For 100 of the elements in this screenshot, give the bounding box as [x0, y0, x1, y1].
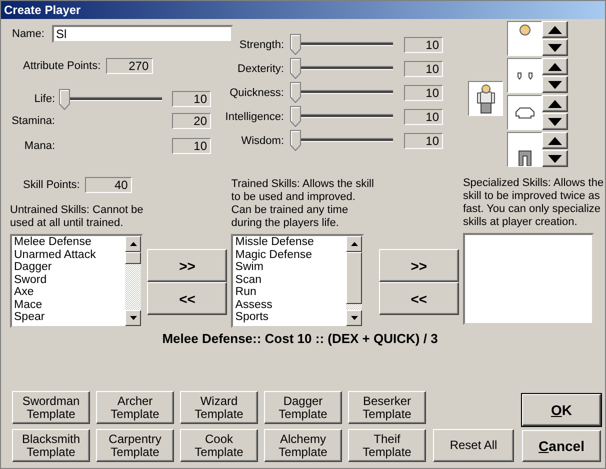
list-item[interactable]: Sports [235, 311, 346, 324]
window-title: Create Player [1, 1, 605, 19]
field-label: Skill Points: [23, 179, 80, 191]
up-arrow-icon [548, 136, 562, 144]
list-item[interactable]: Swim [235, 261, 346, 274]
list-item[interactable]: Spear [14, 311, 125, 324]
down-arrow-icon [350, 316, 358, 320]
slider-thumb[interactable] [290, 34, 301, 55]
up-button[interactable] [542, 21, 568, 38]
value-display: 270 [106, 58, 153, 74]
template-button[interactable]: Theif Template [348, 429, 426, 462]
name-field[interactable]: Sl [52, 25, 233, 43]
ok-button[interactable]: OK [522, 394, 601, 426]
list-item[interactable]: Assess [235, 298, 346, 311]
down-arrow-icon [548, 80, 562, 88]
template-button[interactable]: Beserker Template [348, 391, 426, 424]
down-button[interactable] [542, 39, 568, 56]
slider-thumb[interactable] [290, 58, 301, 79]
template-button[interactable]: Swordman Template [12, 391, 90, 424]
scroll-down-button[interactable] [125, 310, 141, 326]
up-arrow-icon [350, 242, 358, 246]
list-item[interactable]: Scan [235, 274, 346, 286]
head-icon [518, 24, 530, 36]
list-description: Untrained Skills: Cannot be used at all until trained. [10, 204, 144, 230]
list-item[interactable]: Magic Defense [235, 248, 346, 261]
slider-track[interactable] [290, 130, 393, 151]
scrollbar[interactable] [125, 236, 141, 326]
up-arrow-icon [130, 242, 136, 246]
reset-button[interactable]: Reset All [433, 429, 514, 462]
down-arrow-icon [548, 44, 562, 52]
scrollbar[interactable] [346, 236, 362, 326]
slider-track[interactable] [290, 82, 393, 103]
list-item[interactable]: Melee Defense [14, 236, 125, 248]
move-button[interactable]: << [147, 282, 228, 315]
up-button[interactable] [542, 58, 568, 75]
list-item[interactable]: Mace [14, 298, 125, 311]
list-item[interactable]: Axe [14, 286, 125, 298]
shirt-icon [514, 106, 534, 118]
pants-icon [518, 150, 532, 166]
slider-thumb[interactable] [290, 106, 301, 127]
scrollbar-thumb[interactable] [346, 252, 362, 304]
field-label: Life: [33, 93, 55, 105]
up-arrow-icon [548, 26, 562, 34]
move-button[interactable]: >> [147, 249, 228, 282]
field-label: Stamina: [10, 115, 55, 127]
up-arrow-icon [548, 62, 562, 70]
list-description: Trained Skills: Allows the skill to be used and improved. Can be trained any time during the players life. [231, 178, 374, 230]
value-display: 20 [172, 113, 211, 129]
down-button[interactable] [542, 76, 568, 93]
template-button[interactable]: Archer Template [96, 391, 174, 424]
character-icon [476, 84, 494, 114]
slider-thumb[interactable] [290, 130, 301, 151]
down-button[interactable] [542, 150, 568, 167]
value-display: 10 [404, 60, 443, 76]
value-display: 10 [172, 138, 211, 154]
field-label: Wisdom: [240, 134, 284, 146]
value-display: 10 [404, 132, 443, 148]
up-button[interactable] [542, 132, 568, 149]
value-display: 10 [404, 84, 443, 100]
hands-icon [516, 72, 532, 80]
slider-thumb[interactable] [59, 88, 70, 110]
template-button[interactable]: Blacksmith Template [12, 429, 90, 462]
field-label: Strength: [238, 38, 284, 50]
value-display: 10 [404, 36, 443, 52]
slider-track[interactable] [290, 58, 393, 79]
up-button[interactable] [542, 95, 568, 112]
down-arrow-icon [548, 154, 562, 162]
list-item[interactable]: Sword [14, 274, 125, 286]
field-label: Mana: [23, 140, 55, 152]
slider-track[interactable] [59, 88, 162, 110]
move-button[interactable]: >> [378, 249, 459, 282]
list-item[interactable]: Unarmed Attack [14, 248, 125, 261]
field-label: Name: [12, 28, 46, 40]
template-button[interactable]: Carpentry Template [96, 429, 174, 462]
down-button[interactable] [542, 113, 568, 130]
template-button[interactable]: Cook Template [180, 429, 258, 462]
template-button[interactable]: Wizard Template [180, 391, 258, 424]
template-button[interactable]: Dagger Template [264, 391, 342, 424]
up-arrow-icon [548, 100, 562, 108]
scroll-down-button[interactable] [346, 310, 362, 326]
down-arrow-icon [548, 118, 562, 126]
list-item[interactable]: Dagger [14, 261, 125, 274]
list-description: Specialized Skills: Allows the skill to be improved twice as fast. You can only specialize skills at player creation. [462, 177, 605, 229]
slider-track[interactable] [290, 106, 393, 127]
scrollbar-thumb[interactable] [125, 252, 141, 264]
slider-thumb[interactable] [290, 82, 301, 103]
value-display: 10 [404, 108, 443, 124]
scroll-up-button[interactable] [346, 236, 362, 252]
field-label: Attribute Points: [23, 60, 101, 72]
template-button[interactable]: Alchemy Template [264, 429, 342, 462]
move-button[interactable]: << [378, 282, 459, 315]
field-label: Dexterity: [236, 62, 284, 74]
list-item[interactable]: Missle Defense [235, 236, 346, 248]
scroll-up-button[interactable] [125, 236, 141, 252]
cancel-button[interactable]: Cancel [522, 430, 601, 462]
value-display: 40 [84, 177, 132, 193]
slider-track[interactable] [290, 34, 393, 55]
skill-summary: Melee Defense:: Cost 10 :: (DEX + QUICK) / 3 [161, 331, 439, 346]
list-item[interactable]: Run [235, 286, 346, 298]
field-label: Quickness: [228, 86, 284, 98]
